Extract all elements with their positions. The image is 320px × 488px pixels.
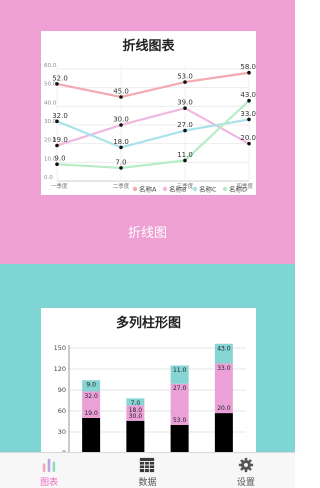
- data-point: [119, 95, 123, 99]
- y-tick-label: 60.0: [44, 63, 57, 69]
- data-point: [183, 128, 187, 133]
- gear-tooth: [238, 463, 242, 467]
- data-point: [183, 80, 187, 84]
- data-label: 45.0: [113, 88, 129, 96]
- data-point: [119, 123, 123, 127]
- bar-segment: [170, 425, 189, 452]
- data-label: 20.0: [240, 134, 256, 142]
- data-label: 39.0: [177, 99, 193, 107]
- bar-chart-panel: 多列柱形图 0306090120150 19.032.09.030.018.07…: [41, 308, 256, 452]
- bar-value-label: 9.0: [86, 382, 96, 389]
- data-point: [119, 166, 123, 170]
- y-tick-label: 0.0: [44, 175, 53, 181]
- bar-value-label: 32.0: [84, 393, 98, 400]
- tab-settings[interactable]: 设置: [197, 453, 295, 488]
- data-point: [183, 106, 187, 110]
- data-point: [247, 117, 251, 122]
- data-label: 27.0: [177, 121, 193, 129]
- line-chart: 折线图表 0.010.020.030.040.050.060.0一季度 二季度 三季…: [44, 38, 256, 194]
- y-tick-label: 50.0: [44, 82, 57, 88]
- legend-label: 名称B: [169, 185, 186, 194]
- series-line: [56, 99, 250, 170]
- bar-value-label: 43.0: [217, 345, 231, 352]
- data-label: 30.0: [113, 116, 129, 124]
- bar-value-label: 18.0: [129, 407, 143, 414]
- data-point: [55, 119, 59, 124]
- data-point: [247, 70, 251, 75]
- bar-value-label: 53.0: [173, 417, 187, 424]
- y-tick-label: 120: [54, 365, 66, 373]
- tab-data[interactable]: 数据: [98, 453, 196, 488]
- bar-value-label: 27.0: [173, 385, 187, 392]
- y-tick-label: 60: [58, 407, 66, 415]
- legend-label: 名称C: [199, 185, 217, 194]
- y-tick-label: 150: [54, 344, 66, 352]
- legend-swatch: [192, 186, 198, 192]
- data-point: [247, 98, 251, 103]
- gear-icon: [238, 457, 253, 473]
- data-label: 19.0: [52, 136, 68, 144]
- data-label: 9.0: [54, 155, 65, 163]
- bar-chart: 多列柱形图 0306090120150 19.032.09.030.018.07…: [54, 315, 246, 452]
- gear-tooth: [244, 469, 248, 473]
- data-point: [55, 162, 59, 166]
- y-tick-label: 40.0: [44, 100, 57, 106]
- legend-label: 名称A: [139, 185, 157, 194]
- legend-swatch: [222, 186, 228, 192]
- line-chart-card: 折线图表 0.0 10.0 20.0 30.0 40.0 50.0 60.0 一季度 二季度 三季…: [0, 0, 295, 264]
- tab-bar: 图表 数据 设置: [0, 452, 295, 488]
- line-chart-caption: 折线图: [127, 226, 167, 241]
- line-chart-panel: 折线图表 0.0 10.0 20.0 30.0 40.0 50.0 60.0 一季度 二季度 三季…: [41, 31, 256, 195]
- y-tick-label: 30: [58, 428, 66, 436]
- bar-value-label: 20.0: [217, 405, 231, 412]
- data-point: [55, 82, 59, 86]
- y-tick-label: 90: [58, 386, 66, 394]
- x-tick-label: 一季度: [51, 182, 68, 190]
- tab-settings-label: 设置: [236, 478, 255, 488]
- data-point: [55, 143, 59, 148]
- bar-chart-card: 多列柱形图 0306090120150 19.032.09.030.018.07…: [0, 264, 295, 452]
- y-tick-label: 30.0: [44, 119, 57, 125]
- bar-value-label: 33.0: [217, 365, 231, 372]
- data-label: 58.0: [240, 63, 256, 71]
- bar-value-label: 19.0: [84, 410, 98, 417]
- tab-charts[interactable]: 图表: [0, 453, 98, 488]
- legend-label: 名称D: [229, 185, 247, 194]
- data-point: [247, 141, 251, 146]
- x-tick-label: 二季度: [113, 182, 130, 190]
- bar-segment: [214, 413, 233, 452]
- bar-segment: [82, 418, 101, 452]
- bar-segment: [126, 420, 145, 452]
- data-point: [119, 145, 123, 150]
- gear-tooth: [249, 463, 253, 467]
- data-label: 7.0: [115, 158, 126, 166]
- tab-charts-label: 图表: [40, 478, 59, 488]
- data-label: 52.0: [52, 74, 68, 82]
- line-chart-title: 折线图表: [122, 38, 175, 54]
- data-point: [183, 158, 187, 163]
- data-label: 18.0: [113, 138, 129, 146]
- legend-swatch: [162, 186, 168, 192]
- table-grid-icon: [140, 457, 155, 473]
- bar-value-label: 11.0: [173, 367, 187, 374]
- data-label: 33.0: [240, 110, 256, 118]
- bar-value-label: 7.0: [131, 400, 141, 407]
- data-label: 53.0: [177, 73, 193, 81]
- data-label: 11.0: [177, 151, 193, 159]
- bar-chart-icon: [42, 458, 56, 473]
- bar-chart-title: 多列柱形图: [116, 315, 181, 331]
- tab-data-label: 数据: [138, 478, 157, 488]
- data-label: 32.0: [52, 112, 68, 120]
- series-line: [56, 71, 250, 99]
- data-label: 43.0: [240, 91, 256, 99]
- legend-swatch: [132, 186, 138, 192]
- gear-tooth: [244, 457, 248, 461]
